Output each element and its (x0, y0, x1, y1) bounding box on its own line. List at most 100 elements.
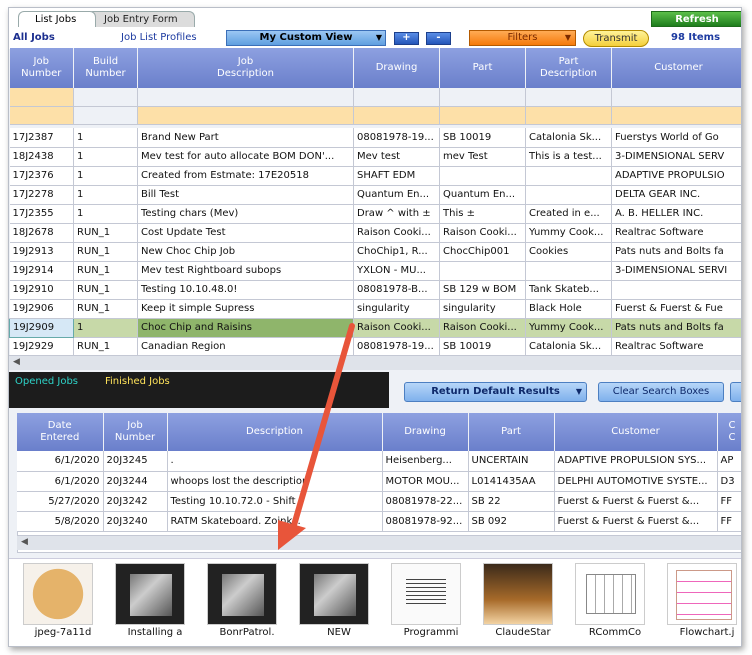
table-cell: 17J2278 (9, 185, 74, 205)
attachment-thumbnail[interactable]: Programmi (391, 563, 461, 643)
table-row[interactable]: 19J2929 RUN_1 Canadian Region 08081978-19..… (9, 337, 741, 357)
table-cell: Brand New Part (137, 128, 354, 148)
thumbnail-caption: RCommCo (588, 627, 642, 638)
scroll-left-icon[interactable]: ◀ (21, 537, 28, 547)
table-row[interactable]: 18J2438 1 Mev test for auto allocate BOM D… (9, 147, 741, 167)
scroll-left-icon[interactable]: ◀ (13, 357, 20, 367)
column-header[interactable]: Description (167, 413, 383, 451)
table-cell: 17J2387 (9, 128, 74, 148)
table-cell: Created from Estmate: 17E20518 (137, 166, 354, 186)
filters-dropdown[interactable]: Filters ▼ (469, 30, 576, 46)
table-row[interactable]: 19J2913 RUN_1 New Choc Chip Job ChoChip1, R… (9, 242, 741, 262)
thumbnail-caption: jpeg-7a11d (34, 627, 92, 638)
table-row[interactable]: 5/27/2020 20J3242 Testing 10.10.72.0 - Shi… (17, 491, 741, 512)
table-cell: YXLON - MU... (353, 261, 440, 281)
refresh-button[interactable]: Refresh (651, 11, 741, 27)
table-row[interactable]: 19J2910 RUN_1 Testing 10.10.48.0! 08081978-… (9, 280, 741, 300)
tab-finished-jobs[interactable]: Finished Jobs (105, 376, 170, 388)
table-cell: Yummy Cook... (525, 223, 612, 243)
column-header[interactable]: Part Description (525, 48, 612, 88)
table-cell: 20J3240 (103, 511, 168, 532)
table-cell (525, 185, 612, 205)
table-cell: RUN_1 (73, 242, 138, 262)
tab-opened-jobs[interactable]: Opened Jobs (15, 376, 78, 388)
chevron-down-icon: ▼ (575, 387, 582, 396)
view-select-value: My Custom View (259, 32, 353, 43)
table-cell: 19J2906 (9, 299, 74, 319)
attachment-thumbnail[interactable]: RCommCo (575, 563, 645, 643)
jobs-table-header: Job Number Build Number Job Description Dra… (9, 48, 741, 88)
table-cell: Black Hole (525, 299, 612, 319)
finished-table-scrollbar[interactable]: ◀ (17, 535, 741, 550)
thumbnail-image (575, 563, 645, 625)
chevron-down-icon: ▼ (375, 33, 382, 42)
table-cell: 19J2913 (9, 242, 74, 262)
tab-job-entry-form[interactable]: Job Entry Form (87, 11, 195, 27)
filter-cell[interactable] (9, 106, 74, 125)
attachment-thumbnail[interactable]: Installing a (115, 563, 185, 643)
table-cell: ChoChip1, R... (353, 242, 440, 262)
column-header[interactable]: C C (717, 413, 741, 451)
table-row[interactable]: 17J2376 1 Created from Estmate: 17E20518 SH… (9, 166, 741, 186)
job-list-profiles-link[interactable]: Job List Profiles (121, 30, 197, 46)
filter-cell[interactable] (611, 106, 741, 125)
attachment-thumbnail[interactable]: BonrPatrol. (207, 563, 277, 643)
filter-cell[interactable] (439, 106, 526, 125)
table-row[interactable]: 19J2914 RUN_1 Mev test Rightboard subops YX… (9, 261, 741, 281)
finished-jobs-header: Date Entered Job Number Description Drawing… (17, 413, 741, 451)
column-header[interactable]: Customer (554, 413, 718, 451)
jobs-table-scrollbar[interactable]: ◀ (9, 355, 741, 370)
table-cell: Mev test (353, 147, 440, 167)
column-header[interactable]: Job Number (9, 48, 74, 88)
column-header[interactable]: Part (439, 48, 526, 88)
add-view-button[interactable]: + (394, 32, 419, 45)
remove-view-button[interactable]: - (426, 32, 451, 45)
table-row[interactable]: 17J2355 1 Testing chars (Mev) Draw ^ with ±… (9, 204, 741, 224)
view-select[interactable]: My Custom View ▼ (226, 30, 386, 46)
table-row[interactable]: 17J2387 1 Brand New Part 08081978-19... SB 1… (9, 128, 741, 148)
transmit-button[interactable]: Transmit (583, 30, 649, 47)
table-cell: 19J2929 (9, 337, 74, 357)
clear-search-boxes-button[interactable]: Clear Search Boxes (598, 382, 724, 402)
thumbnail-image (299, 563, 369, 625)
table-row[interactable]: 19J2906 RUN_1 Keep it simple Supress singul… (9, 299, 741, 319)
attachment-thumbnail[interactable]: ClaudeStar (483, 563, 553, 643)
filter-cell[interactable] (9, 88, 74, 107)
table-cell: Pats nuts and Bolts fa (611, 242, 741, 262)
tab-strip: Job Entry Form List Jobs Refresh (9, 8, 741, 27)
attachment-thumbnail[interactable]: NEW (299, 563, 369, 643)
table-row[interactable]: 5/8/2020 20J3240 RATM Skateboard. Zoinks. 0… (17, 511, 741, 532)
table-row[interactable]: 6/1/2020 20J3244 whoops lost the descripti… (17, 471, 741, 492)
attachment-thumbnail[interactable]: Flowchart.j (667, 563, 737, 643)
column-header[interactable]: Part (468, 413, 555, 451)
column-header[interactable]: Build Number (73, 48, 138, 88)
tab-list-jobs[interactable]: List Jobs (18, 11, 96, 27)
attachment-thumbnail[interactable]: jpeg-7a11d (23, 563, 93, 643)
table-row[interactable]: 17J2278 1 Bill Test Quantum En... Quantum En… (9, 185, 741, 205)
thumbnail-image (23, 563, 93, 625)
extra-button[interactable] (730, 382, 741, 402)
column-header[interactable]: Job Description (137, 48, 354, 88)
column-header[interactable]: Date Entered (17, 413, 104, 451)
table-row[interactable]: 18J2678 RUN_1 Cost Update Test Raison Cooki… (9, 223, 741, 243)
column-header[interactable]: Drawing (382, 413, 469, 451)
table-cell: SB 10019 (439, 128, 526, 148)
column-header[interactable]: Drawing (353, 48, 440, 88)
table-row[interactable]: 6/1/2020 20J3245. Heisenberg... UNCERTAIN AD… (17, 451, 741, 472)
table-cell: 1 (73, 185, 138, 205)
filter-cell[interactable] (137, 106, 354, 125)
table-cell (439, 261, 526, 281)
table-cell: Tank Skateb... (525, 280, 612, 300)
filter-cell[interactable] (353, 106, 440, 125)
column-header[interactable]: Job Number (103, 413, 168, 451)
table-cell: L0141435AA (468, 471, 555, 492)
table-cell: 20J3244 (103, 471, 168, 492)
table-row[interactable]: 19J2909 1 Choc Chip and Raisins Raison Cook… (9, 317, 741, 338)
table-cell: Pats nuts and Bolts fa (611, 318, 741, 338)
filter-cell[interactable] (525, 106, 612, 125)
table-cell: Cost Update Test (137, 223, 354, 243)
return-default-results-button[interactable]: Return Default Results ▼ (404, 382, 587, 402)
table-cell: Choc Chip and Raisins (137, 318, 354, 338)
column-header[interactable]: Customer (611, 48, 741, 88)
thumbnail-image (391, 563, 461, 625)
